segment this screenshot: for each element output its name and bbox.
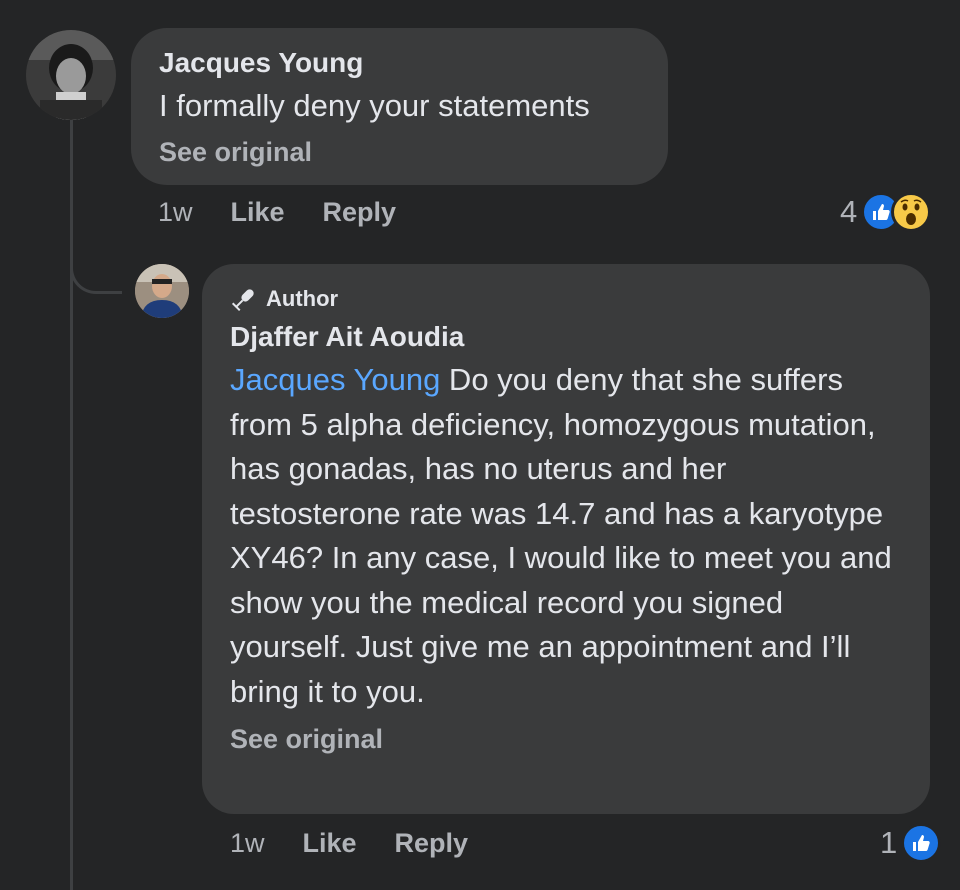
comment-bubble: Jacques Young I formally deny your state… [131, 28, 668, 185]
reply-text: Jacques Young Do you deny that she suffe… [230, 358, 902, 714]
reaction-summary[interactable]: 4 [840, 192, 932, 232]
mention-link[interactable]: Jacques Young [230, 362, 440, 397]
reply-connector [70, 250, 122, 294]
reply-button[interactable]: Reply [395, 828, 469, 859]
reaction-count: 4 [840, 194, 858, 229]
comment-text: I formally deny your statements [159, 88, 590, 123]
see-original-link[interactable]: See original [159, 137, 640, 168]
author-badge: Author [230, 284, 902, 314]
see-original-link[interactable]: See original [230, 724, 902, 755]
reply-body: Do you deny that she suffers from 5 alph… [230, 362, 892, 709]
thread-line [70, 120, 73, 890]
reaction-count: 1 [880, 825, 898, 860]
reaction-summary[interactable]: 1 [880, 823, 942, 863]
like-button[interactable]: Like [231, 197, 285, 228]
reply-time[interactable]: 1w [230, 828, 265, 859]
comment-actions: 1w Like Reply [158, 197, 396, 228]
wow-icon [891, 192, 932, 232]
avatar[interactable] [135, 264, 189, 318]
comment-author[interactable]: Jacques Young [159, 46, 640, 80]
reply-author[interactable]: Djaffer Ait Aoudia [230, 320, 902, 354]
reply-bubble: Author Djaffer Ait Aoudia Jacques Young … [202, 264, 930, 814]
microphone-icon [231, 289, 254, 312]
reply-button[interactable]: Reply [323, 197, 397, 228]
comment-time[interactable]: 1w [158, 197, 193, 228]
avatar[interactable] [26, 30, 116, 120]
like-button[interactable]: Like [303, 828, 357, 859]
author-badge-label: Author [266, 286, 339, 311]
like-icon [901, 823, 942, 863]
reply-actions: 1w Like Reply [230, 828, 468, 859]
